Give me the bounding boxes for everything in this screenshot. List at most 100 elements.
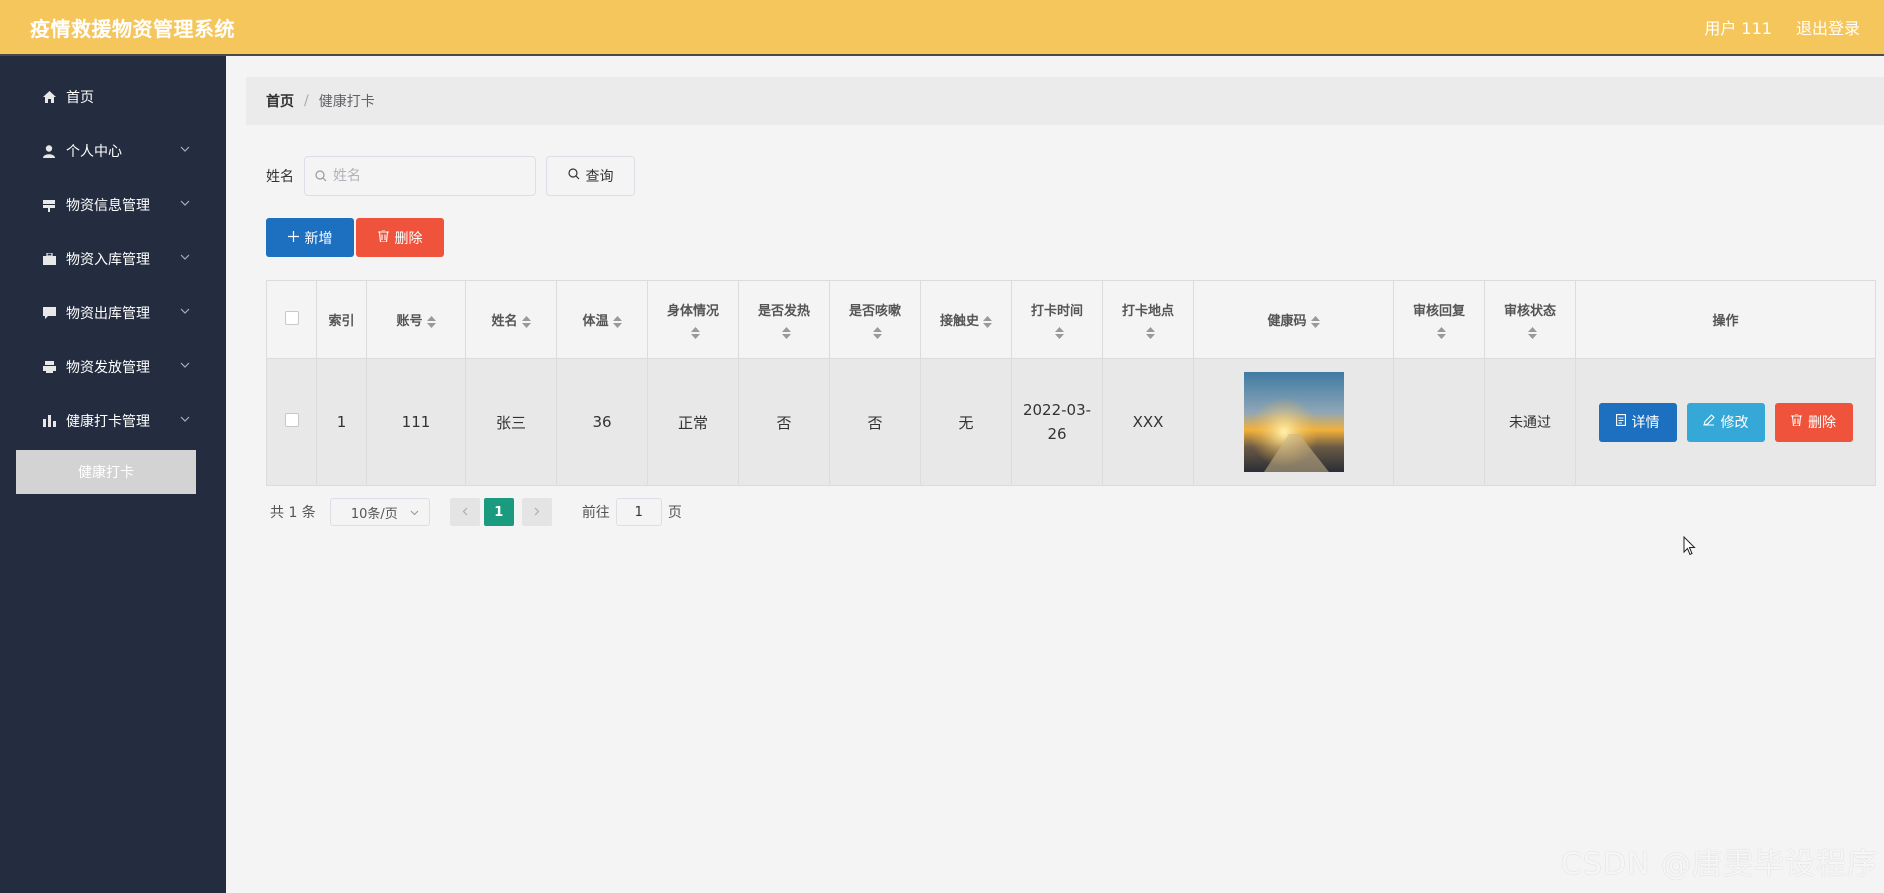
home-icon	[40, 91, 58, 103]
user-icon	[40, 144, 58, 158]
column-header-sortable[interactable]: 体温	[556, 280, 648, 359]
query-button[interactable]: 查询	[546, 156, 635, 196]
cell-account: 111	[366, 358, 466, 486]
sidebar-item-stock-out[interactable]: 物资出库管理	[0, 286, 226, 340]
chevron-left-icon	[462, 504, 468, 520]
column-header-label: 审核回复	[1412, 304, 1465, 319]
sort-icon	[1145, 327, 1155, 339]
select-all-cell	[266, 280, 317, 359]
column-header-label: 打卡时间	[1030, 304, 1083, 319]
chevron-down-icon	[180, 416, 190, 426]
search-icon	[567, 168, 580, 184]
main-content: 首页 / 健康打卡 姓名 查询 新增 删除	[226, 56, 1884, 893]
page-size-value: 10条/页	[350, 506, 398, 522]
goto-page-input[interactable]	[615, 498, 662, 526]
cell-health-code	[1193, 358, 1394, 486]
row-checkbox[interactable]	[284, 413, 299, 427]
column-header-label: 打卡地点	[1121, 304, 1174, 319]
sidebar-item-label: 物资信息管理	[66, 198, 150, 214]
search-icon	[315, 167, 327, 186]
sidebar-item-health-checkin[interactable]: 健康打卡管理	[0, 394, 226, 448]
chevron-down-icon	[180, 362, 190, 372]
sidebar-item-material-info[interactable]: 物资信息管理	[0, 178, 226, 232]
sidebar-item-distribution[interactable]: 物资发放管理	[0, 340, 226, 394]
health-code-image[interactable]	[1243, 372, 1344, 472]
chevron-down-icon	[180, 146, 190, 156]
search-row: 姓名 查询	[266, 156, 635, 196]
column-header-sortable[interactable]: 接触史	[920, 280, 1012, 359]
user-label[interactable]: 用户 111	[1704, 15, 1772, 39]
breadcrumb: 首页 / 健康打卡	[246, 77, 1884, 125]
checkin-time-text: 2022-03-26	[1022, 401, 1092, 443]
prev-page-button[interactable]	[449, 498, 480, 526]
sidebar-item-profile[interactable]: 个人中心	[0, 124, 226, 178]
row-select-cell	[266, 358, 317, 486]
column-header-sortable[interactable]: 打卡地点	[1102, 280, 1194, 359]
select-all-checkbox[interactable]	[284, 310, 299, 325]
column-header-sortable[interactable]: 账号	[366, 280, 466, 359]
next-page-button[interactable]	[521, 498, 552, 526]
sort-icon	[872, 327, 882, 339]
column-header-sortable[interactable]: 是否发热	[738, 280, 830, 359]
table-row: 1 111 张三 36 正常 否 否 无 2022-03-26 XXX 未通过 …	[266, 358, 1876, 486]
briefcase-icon	[40, 253, 58, 265]
cell-condition: 正常	[647, 358, 739, 486]
chevron-down-icon	[180, 308, 190, 318]
column-header-label: 体温	[582, 314, 609, 329]
delete-button[interactable]: 删除	[356, 218, 444, 257]
column-header-sortable[interactable]: 身体情况	[647, 280, 739, 359]
page-number-current[interactable]: 1	[483, 498, 514, 526]
row-delete-button-label: 删除	[1808, 415, 1836, 431]
breadcrumb-home[interactable]: 首页	[266, 91, 294, 111]
mouse-cursor-icon	[1683, 535, 1696, 560]
bar-chart-icon	[40, 415, 58, 427]
goto-prefix: 前往	[581, 505, 610, 521]
sidebar-item-home[interactable]: 首页	[0, 70, 226, 124]
column-header: 索引	[316, 280, 367, 359]
cell-location: XXX	[1102, 358, 1194, 486]
sort-icon	[1436, 327, 1446, 339]
column-header: 操作	[1575, 280, 1876, 359]
cell-contact: 无	[920, 358, 1012, 486]
column-header-sortable[interactable]: 姓名	[465, 280, 557, 359]
cell-checkin-time: 2022-03-26	[1011, 358, 1103, 486]
sort-icon	[690, 327, 700, 339]
sort-icon	[521, 315, 531, 328]
sidebar-item-label: 个人中心	[66, 144, 122, 160]
sidebar-item-label: 物资出库管理	[66, 306, 150, 322]
column-header-sortable[interactable]: 健康码	[1193, 280, 1394, 359]
cell-temperature: 36	[556, 358, 648, 486]
sidebar-subitem-health-checkin[interactable]: 健康打卡	[16, 450, 196, 494]
column-header-label: 姓名	[491, 314, 518, 329]
row-delete-button[interactable]: 删除	[1774, 402, 1853, 442]
search-label: 姓名	[266, 169, 294, 185]
edit-button[interactable]: 修改	[1686, 402, 1765, 442]
sort-icon	[612, 315, 622, 328]
pagination: 共 1 条 10条/页 1 前往 页	[270, 498, 682, 526]
chat-icon	[40, 307, 58, 319]
action-row: 新增 删除	[266, 218, 444, 257]
chevron-right-icon	[534, 504, 540, 520]
cell-index: 1	[316, 358, 367, 486]
search-box[interactable]	[304, 156, 536, 196]
logout-link[interactable]: 退出登录	[1796, 15, 1860, 39]
column-header-sortable[interactable]: 是否咳嗽	[829, 280, 921, 359]
sort-icon	[426, 315, 436, 328]
search-input[interactable]	[333, 168, 523, 184]
add-button[interactable]: 新增	[266, 218, 354, 257]
table-header-row: 索引 账号 姓名 体温 身体情况 是否发热 是否咳嗽 接触史 打卡时间 打卡地点…	[266, 280, 1876, 359]
column-header-label: 账号	[396, 314, 423, 329]
cell-actions: 详情 修改 删除	[1575, 358, 1876, 486]
sidebar-item-label: 物资发放管理	[66, 360, 150, 376]
column-header-sortable[interactable]: 审核状态	[1484, 280, 1576, 359]
trash-icon	[1791, 413, 1802, 430]
goto-suffix: 页	[667, 505, 682, 521]
page-size-select[interactable]: 10条/页	[329, 498, 430, 526]
detail-button[interactable]: 详情	[1598, 402, 1677, 442]
column-header-sortable[interactable]: 打卡时间	[1011, 280, 1103, 359]
sidebar-item-stock-in[interactable]: 物资入库管理	[0, 232, 226, 286]
column-header-sortable[interactable]: 审核回复	[1393, 280, 1485, 359]
document-icon	[1615, 414, 1626, 430]
add-button-label: 新增	[304, 230, 333, 247]
query-button-label: 查询	[585, 169, 614, 185]
